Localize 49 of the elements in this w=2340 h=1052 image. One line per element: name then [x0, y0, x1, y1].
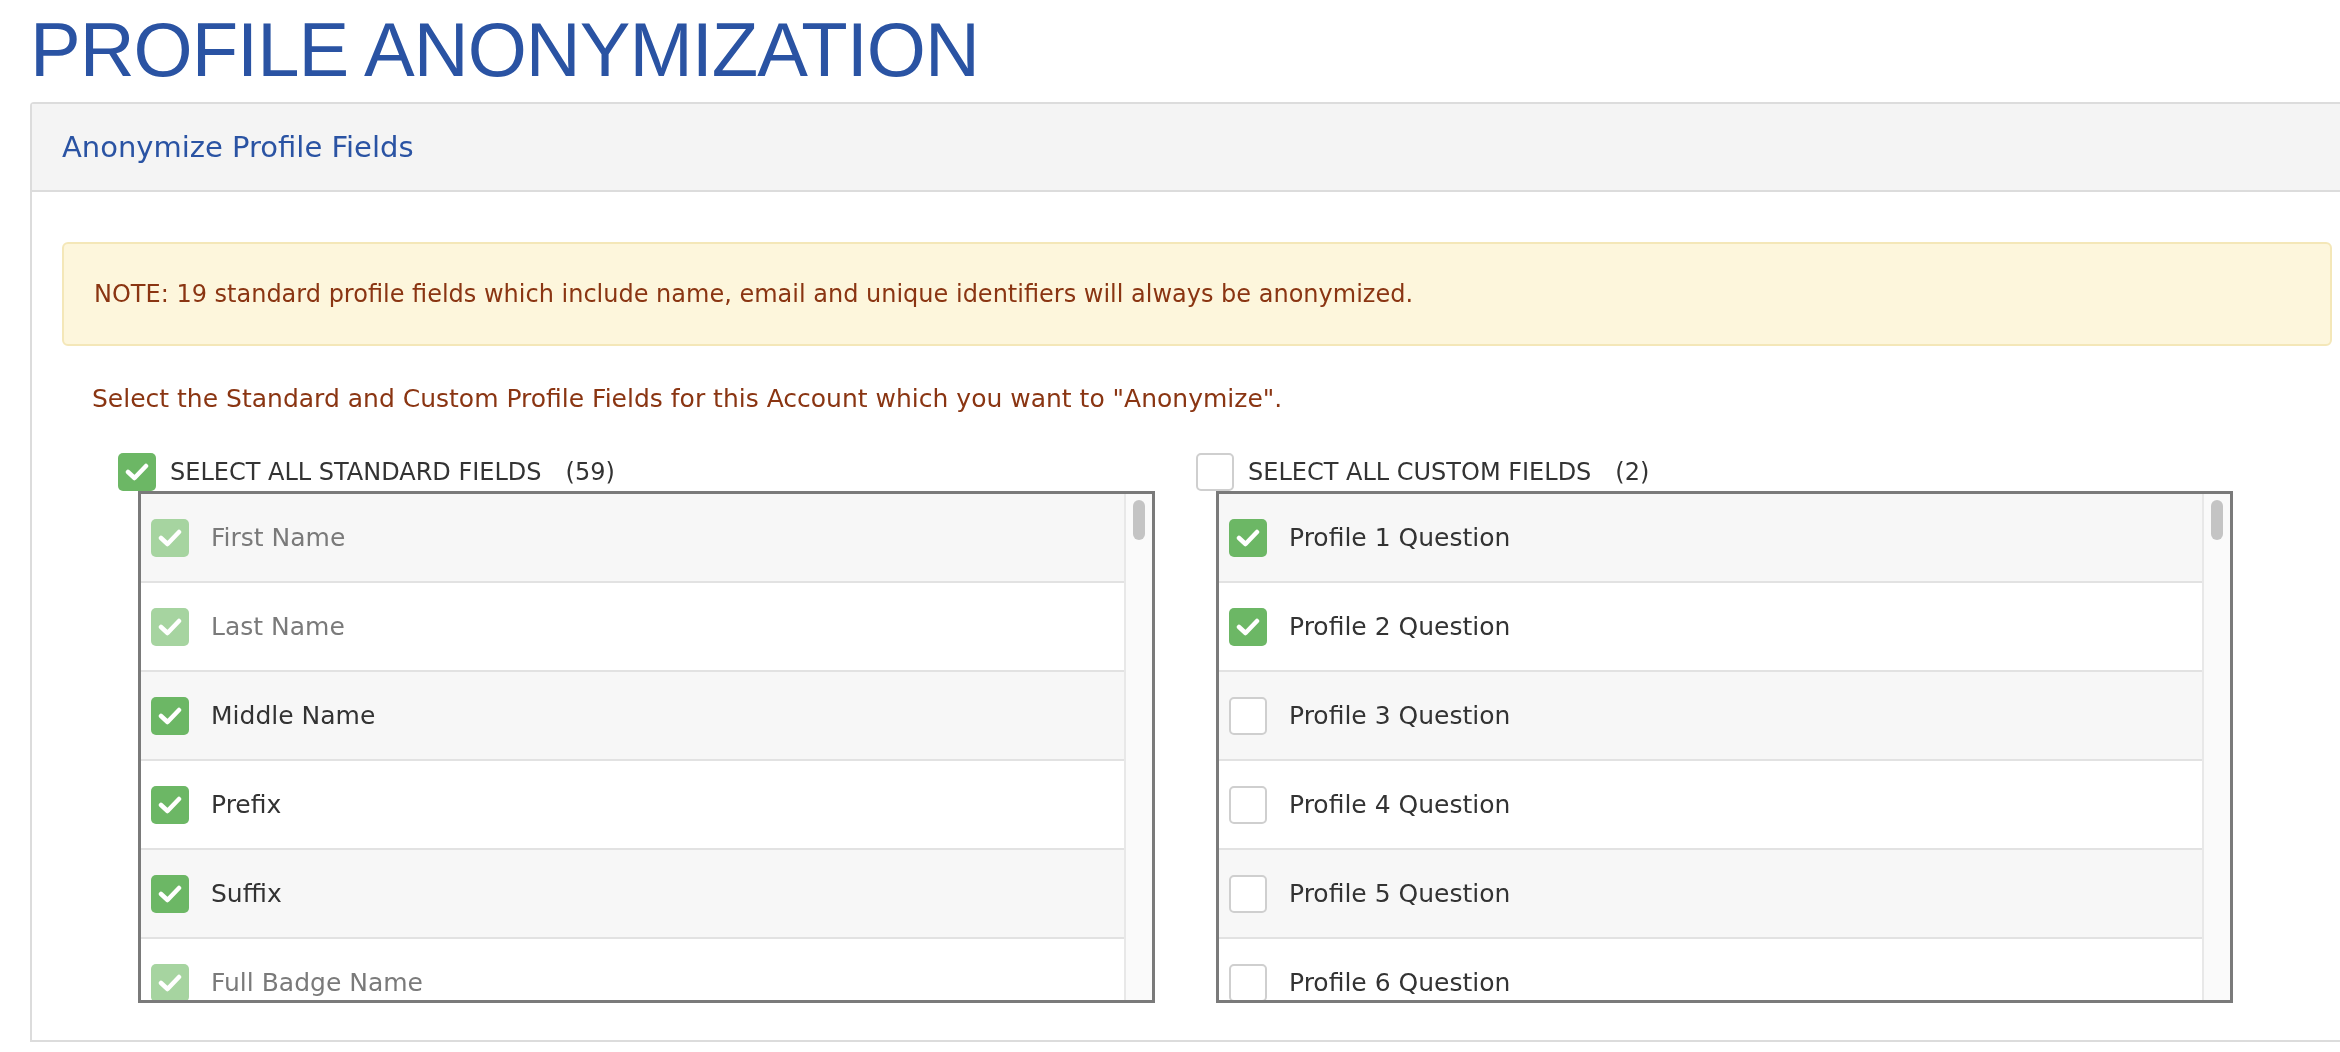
select-all-label[interactable]: SELECT ALL CUSTOM FIELDS — [1248, 458, 1592, 486]
scrollbar-thumb[interactable] — [1133, 500, 1145, 540]
field-label: Prefix — [211, 790, 282, 819]
check-icon — [125, 462, 149, 482]
field-row[interactable]: Middle Name — [141, 672, 1124, 761]
checkbox[interactable] — [1229, 518, 1267, 557]
field-label: Middle Name — [211, 701, 376, 730]
field-row[interactable]: Profile 5 Question — [1219, 850, 2202, 939]
checkbox[interactable] — [1229, 963, 1267, 1000]
checkbox[interactable] — [1229, 874, 1267, 913]
checkbox[interactable] — [151, 874, 189, 913]
check-icon — [158, 616, 182, 637]
field-label: Profile 1 Question — [1289, 523, 1511, 552]
field-label: Profile 5 Question — [1289, 879, 1511, 908]
checkbox[interactable] — [151, 696, 189, 735]
field-count: (2) — [1615, 458, 1650, 486]
checkbox[interactable] — [151, 785, 189, 824]
scrollbar[interactable] — [2202, 494, 2230, 1000]
field-label: Profile 4 Question — [1289, 790, 1511, 819]
check-icon — [158, 883, 182, 904]
scrollbar-thumb[interactable] — [2211, 500, 2223, 540]
field-label: Profile 2 Question — [1289, 612, 1511, 641]
field-count: (59) — [565, 458, 615, 486]
checkbox[interactable] — [118, 453, 156, 491]
check-icon — [158, 527, 182, 548]
checkbox[interactable] — [1229, 696, 1267, 735]
check-icon — [158, 794, 182, 815]
field-row[interactable]: Profile 3 Question — [1219, 672, 2202, 761]
field-label: Profile 6 Question — [1289, 968, 1511, 997]
field-label: Profile 3 Question — [1289, 701, 1511, 730]
field-label: First Name — [211, 523, 346, 552]
panel-title: Anonymize Profile Fields — [62, 130, 414, 164]
checkbox[interactable] — [1229, 607, 1267, 646]
instruction-text: Select the Standard and Custom Profile Fields for this Account which you want to "Anonymize". — [92, 384, 1284, 413]
scrollbar[interactable] — [1124, 494, 1152, 1000]
checkbox[interactable] — [1196, 453, 1234, 491]
page-title: PROFILE ANONYMIZATION — [30, 14, 980, 86]
field-row[interactable]: Suffix — [141, 850, 1124, 939]
check-icon — [1236, 616, 1260, 637]
field-row[interactable]: Profile 1 Question — [1219, 494, 2202, 583]
check-icon — [158, 705, 182, 726]
field-label: Suffix — [211, 879, 282, 908]
field-label: Last Name — [211, 612, 345, 641]
select-all-label[interactable]: SELECT ALL STANDARD FIELDS — [170, 458, 542, 486]
check-icon — [158, 972, 182, 993]
field-label: Full Badge Name — [211, 968, 423, 997]
note-banner: NOTE: 19 standard profile fields which include name, email and unique identifiers will always be anonymized. — [62, 242, 2332, 346]
checkbox[interactable] — [1229, 785, 1267, 824]
check-icon — [1236, 527, 1260, 548]
